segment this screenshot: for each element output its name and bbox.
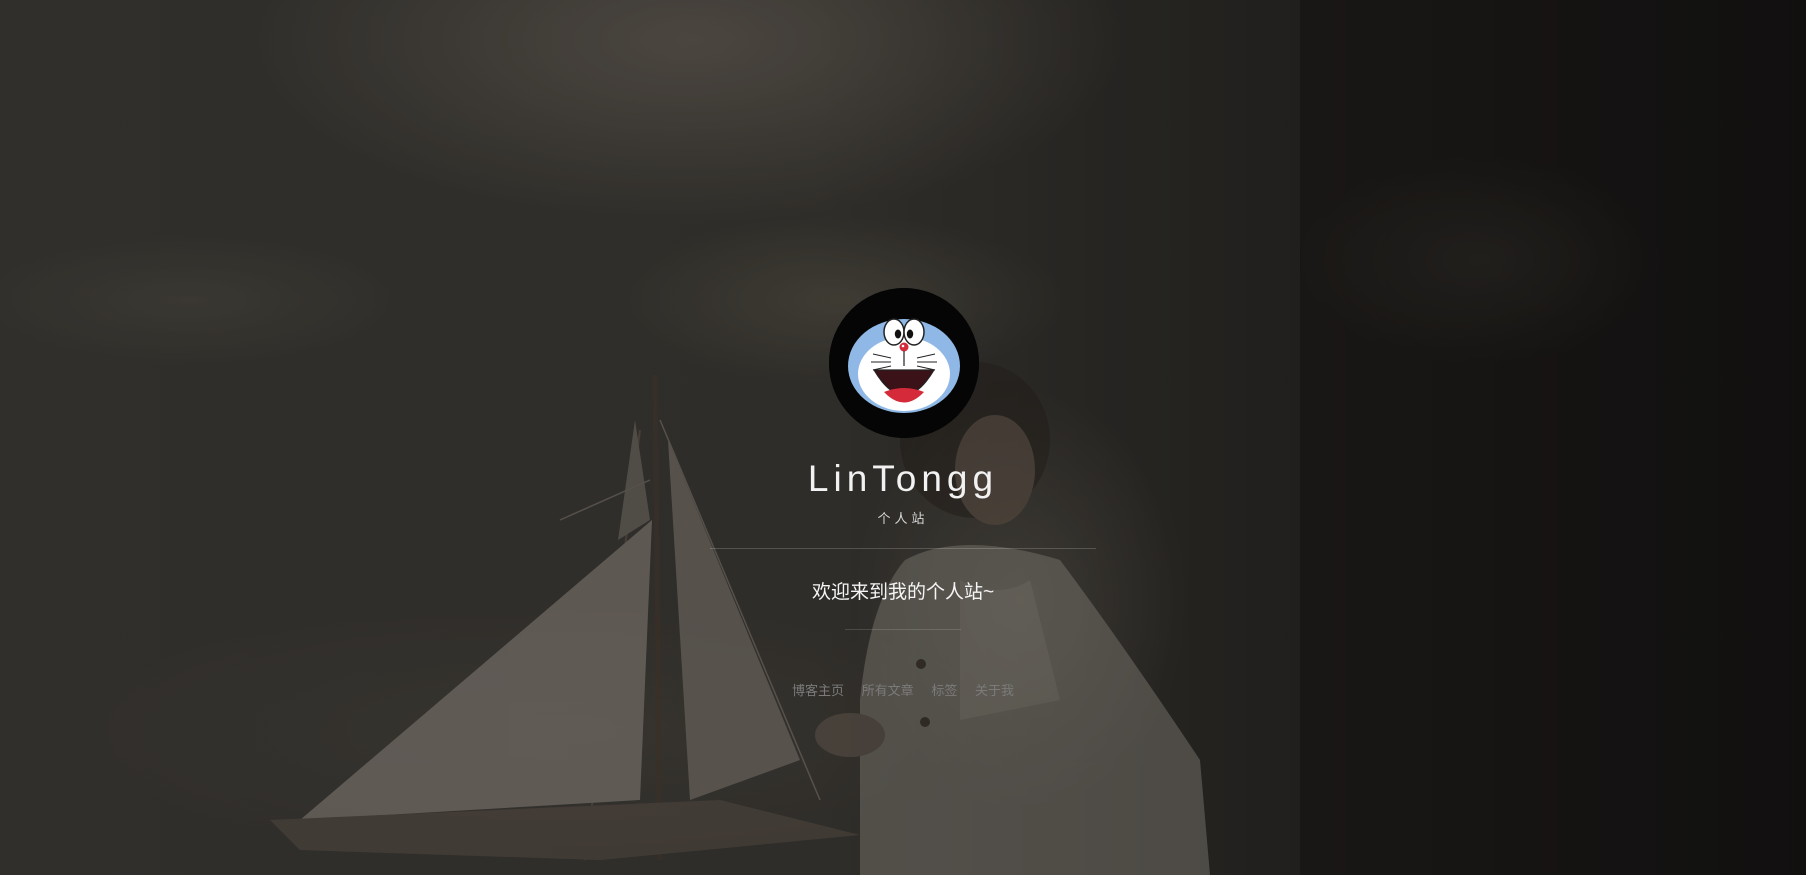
site-title: LinTongg — [807, 458, 999, 499]
nav-link-tags[interactable]: 标签 — [931, 683, 957, 698]
divider-short — [845, 629, 961, 630]
avatar[interactable] — [829, 288, 979, 438]
intro-header: LinTongg 个人站 欢迎来到我的个人站~ 博客主页 所有文章 标签 关于我 — [0, 0, 1806, 875]
welcome-message: 欢迎来到我的个人站~ — [811, 582, 995, 603]
page: LinTongg 个人站 欢迎来到我的个人站~ 博客主页 所有文章 标签 关于我 — [0, 0, 1806, 875]
doraemon-face-icon — [829, 288, 979, 438]
site-subtitle: 个人站 — [877, 511, 929, 526]
main-nav: 博客主页 所有文章 标签 关于我 — [703, 680, 1103, 699]
divider — [710, 548, 1096, 549]
nav-link-blog-home[interactable]: 博客主页 — [792, 683, 844, 698]
nav-link-all-posts[interactable]: 所有文章 — [862, 683, 914, 698]
nav-link-about[interactable]: 关于我 — [975, 683, 1014, 698]
